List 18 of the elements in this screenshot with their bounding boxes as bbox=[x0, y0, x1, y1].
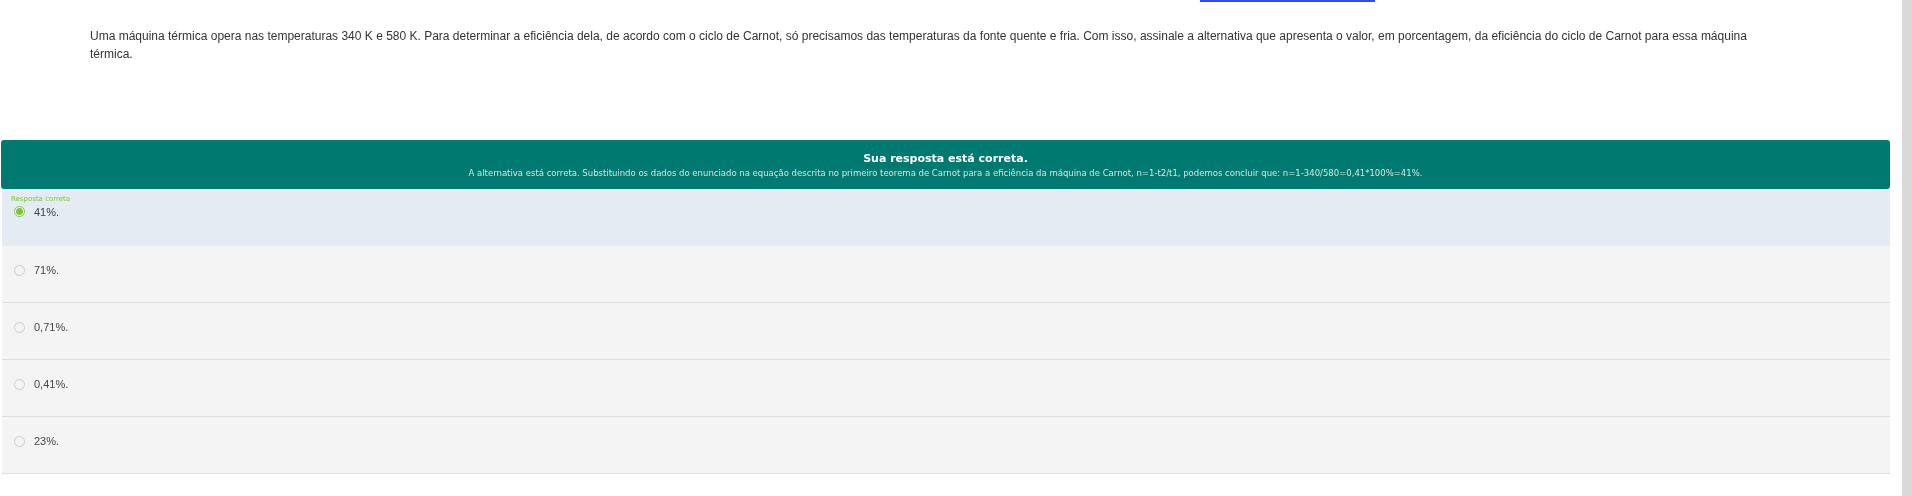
answer-option[interactable]: 23%. bbox=[2, 417, 1890, 474]
radio-button[interactable] bbox=[14, 264, 25, 276]
answer-option[interactable]: 71%. bbox=[2, 246, 1890, 303]
option-label: 0,41%. bbox=[34, 378, 69, 390]
option-label: 0,71%. bbox=[34, 321, 69, 333]
option-label: 23%. bbox=[34, 435, 60, 447]
option-label: 71%. bbox=[34, 264, 60, 276]
feedback-text: A alternativa está correta. Substituindo os dados do enunciado na equação descrita no primeiro teorema de Carnot para a eficiência da máquina de Carnot, n=1-t2/t1, podemos concluir que: n=1-340/580=0,41*100%=41%. bbox=[468, 167, 1423, 178]
option-label: 41%. bbox=[34, 205, 60, 218]
radio-button[interactable] bbox=[14, 321, 25, 333]
radio-button[interactable] bbox=[14, 206, 25, 217]
answer-option[interactable]: 0,41%. bbox=[2, 360, 1890, 417]
radio-button[interactable] bbox=[14, 435, 25, 447]
answer-option[interactable]: 0,71%. bbox=[2, 303, 1890, 360]
question-text: Uma máquina térmica opera nas temperaturas 340 K e 580 K. Para determinar a eficiência dela, de acordo com o ciclo de Carnot, só precisamos das temperaturas da fonte quente e fria. Com isso, assinale a alternativa que apresenta o valor, em porcentagem, da eficiência do ciclo de Carnot para essa máquina térmica. bbox=[90, 28, 1748, 63]
radio-button[interactable] bbox=[14, 378, 25, 390]
feedback-title: Sua resposta está correta. bbox=[863, 151, 1028, 165]
scrollbar[interactable] bbox=[1902, 0, 1912, 496]
